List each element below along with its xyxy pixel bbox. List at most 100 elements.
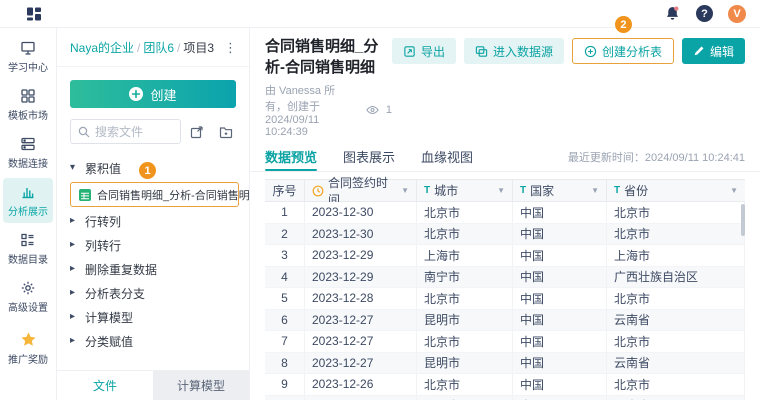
table-cell: 中国 — [513, 310, 607, 331]
annotation-badge-1: 1 — [139, 162, 156, 179]
column-dropdown-icon[interactable]: ▼ — [591, 186, 599, 195]
kebab-menu-icon[interactable]: ⋮ — [220, 41, 241, 54]
app-logo-icon[interactable] — [26, 6, 42, 22]
sidebar-item-data-connection[interactable]: 数据连接 — [3, 130, 53, 175]
export-button[interactable]: 导出 — [392, 38, 456, 64]
search-row — [70, 119, 239, 144]
table-row: 82023-12-27昆明市中国云南省 — [265, 353, 745, 375]
datasource-icon — [475, 45, 488, 58]
learn-icon — [20, 40, 36, 56]
table-row: 42023-12-29南宁市中国广西壮族自治区 — [265, 267, 745, 289]
breadcrumb-team[interactable]: 团队6 — [143, 39, 174, 56]
table-cell: 南宁市 — [417, 267, 513, 288]
sidebar-item-learning-center[interactable]: 学习中心 — [3, 34, 53, 79]
eye-icon — [366, 105, 379, 115]
table-cell: 中国 — [513, 224, 607, 245]
table-cell: 云南省 — [607, 353, 745, 374]
caret-down-icon: ▾ — [70, 163, 79, 173]
table-cell: 中国 — [513, 202, 607, 223]
column-header-4[interactable]: T省份▼ — [607, 180, 745, 201]
column-header-1[interactable]: 合同签约时间▼ — [305, 180, 417, 201]
app-window: ? V 学习中心模板市场数据连接分析展示数据目录高级设置 推广奖励 Naya的企… — [0, 0, 760, 400]
table-header-row: 序号合同签约时间▼T城市▼T国家▼T省份▼ — [265, 179, 745, 202]
table-cell: 北京市 — [417, 331, 513, 352]
table-cell: 2023-12-29 — [305, 245, 417, 266]
expand-window-button[interactable] — [184, 119, 210, 144]
breadcrumb: Naya的企业 / 团队6 / 项目3 ⋮ — [57, 28, 249, 67]
panel-tab-文件[interactable]: 文件 — [57, 371, 153, 400]
notification-bell-icon[interactable] — [664, 5, 681, 22]
table-cell: 北京市 — [417, 224, 513, 245]
tree-item-label: 删除重复数据 — [85, 261, 157, 278]
tree-group-cumulative[interactable]: ▾ 累积值 — [70, 156, 243, 180]
table-cell: 2023-12-27 — [305, 353, 417, 374]
table-cell: 北京市 — [607, 224, 745, 245]
table-cell: 2023-12-28 — [305, 288, 417, 309]
tree-item[interactable]: ▸分类赋值 — [70, 329, 243, 353]
main-tab-血缘视图[interactable]: 血缘视图 — [421, 141, 473, 171]
page-title: 合同销售明细_分析-合同销售明细 — [265, 35, 392, 77]
column-dropdown-icon[interactable]: ▼ — [401, 186, 409, 195]
column-label: 国家 — [530, 182, 554, 199]
panel-tab-计算模型[interactable]: 计算模型 — [153, 371, 249, 400]
caret-right-icon: ▸ — [70, 216, 79, 226]
caret-right-icon: ▸ — [70, 312, 79, 322]
sidebar-item-data-catalog[interactable]: 数据目录 — [3, 226, 53, 271]
table-cell: 9 — [265, 374, 305, 395]
table-cell: 10 — [265, 396, 305, 400]
sidebar-item-advanced-settings[interactable]: 高级设置 — [3, 274, 53, 319]
table-cell: 中国 — [513, 331, 607, 352]
help-button[interactable]: ? — [696, 5, 713, 22]
table-cell: 中国 — [513, 288, 607, 309]
search-box — [70, 119, 181, 144]
edit-button[interactable]: 编辑 — [682, 38, 745, 64]
column-dropdown-icon[interactable]: ▼ — [730, 186, 738, 195]
table-cell: 上海市 — [417, 245, 513, 266]
table-cell: 2023-12-30 — [305, 224, 417, 245]
last-update-time: 最近更新时间：2024/09/11 10:24:41 — [568, 149, 745, 165]
table-cell: 2023-12-30 — [305, 202, 417, 223]
tree-item[interactable]: ▸分析表分支 — [70, 281, 243, 305]
table-cell: 中国 — [513, 267, 607, 288]
tree-item[interactable]: ▸行转列 — [70, 209, 243, 233]
table-body: 12023-12-30北京市中国北京市22023-12-30北京市中国北京市32… — [265, 202, 745, 400]
create-button[interactable]: 创建 — [70, 80, 236, 108]
table-cell: 中国 — [513, 374, 607, 395]
sidebar-item-analysis-display[interactable]: 分析展示 — [3, 178, 53, 223]
column-header-2[interactable]: T城市▼ — [417, 180, 513, 201]
tree-item[interactable]: ▸计算模型 — [70, 305, 243, 329]
sidebar-item-label: 分析展示 — [8, 203, 48, 218]
enter-datasource-button[interactable]: 进入数据源 — [464, 38, 564, 64]
column-dropdown-icon[interactable]: ▼ — [497, 186, 505, 195]
user-avatar[interactable]: V — [728, 5, 746, 23]
table-cell: 北京市 — [607, 202, 745, 223]
sidebar-item-label: 数据连接 — [8, 155, 48, 170]
page-meta: 由 Vanessa 所有，创建于 2024/09/11 10:24:39 1 — [265, 82, 392, 138]
new-folder-button[interactable] — [213, 119, 239, 144]
data-table: 序号合同签约时间▼T城市▼T国家▼T省份▼ 12023-12-30北京市中国北京… — [265, 179, 745, 400]
main-tab-数据预览[interactable]: 数据预览 — [265, 141, 317, 171]
table-cell: 郑州市 — [417, 396, 513, 400]
text-type-icon: T — [424, 185, 430, 196]
table-scrollbar[interactable] — [741, 204, 745, 236]
column-header-3[interactable]: T国家▼ — [513, 180, 607, 201]
sidebar-item-promo-reward[interactable]: 推广奖励 — [3, 325, 53, 371]
table-cell: 北京市 — [417, 374, 513, 395]
tree-item-selected[interactable]: 1 合同销售明细_分析-合同销售明细 — [70, 182, 239, 207]
header-buttons: 导出 进入数据源 2 创建分析表 — [392, 38, 745, 64]
breadcrumb-org[interactable]: Naya的企业 — [70, 39, 134, 56]
table-row: 12023-12-30北京市中国北京市 — [265, 202, 745, 224]
main-tab-图表展示[interactable]: 图表展示 — [343, 141, 395, 171]
sidebar-item-template-market[interactable]: 模板市场 — [3, 82, 53, 127]
create-analysis-table-button[interactable]: 2 创建分析表 — [572, 38, 674, 64]
tree-item[interactable]: ▸删除重复数据 — [70, 257, 243, 281]
table-row: 62023-12-27昆明市中国云南省 — [265, 310, 745, 332]
breadcrumb-separator: / — [137, 41, 140, 55]
table-cell: 北京市 — [417, 288, 513, 309]
sidebar-item-label: 推广奖励 — [8, 351, 48, 366]
tree-item[interactable]: ▸列转行 — [70, 233, 243, 257]
table-row: 72023-12-27北京市中国北京市 — [265, 331, 745, 353]
tree-item-label: 分析表分支 — [85, 285, 145, 302]
search-input[interactable] — [95, 125, 165, 139]
file-tree: ▾ 累积值 1 合同销售明细_分析-合同销售明细 ▸行转列▸列转行▸删除重复数据… — [57, 144, 249, 370]
